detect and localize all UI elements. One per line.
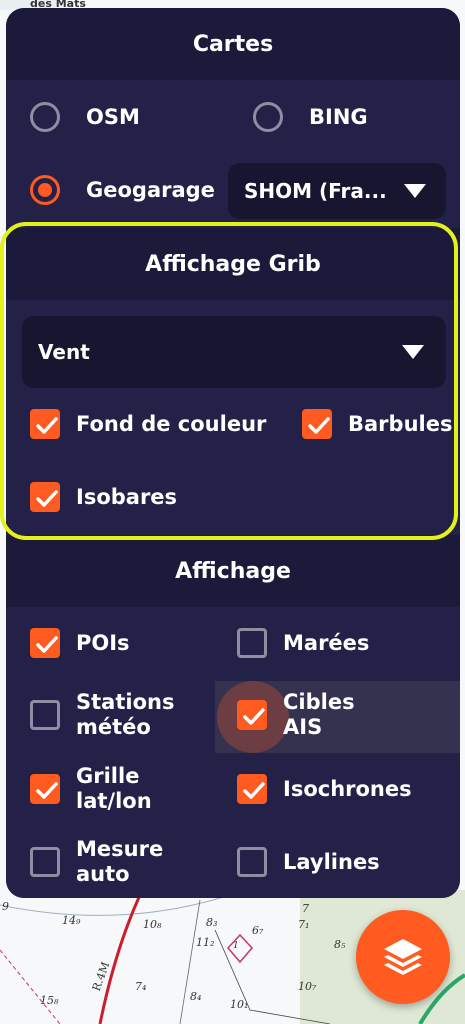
checkbox-stations-meteo-box[interactable]	[30, 700, 60, 730]
radio-bing-label: BING	[309, 104, 368, 129]
checkbox-grille-latlon-box[interactable]	[30, 774, 60, 804]
checkbox-laylines[interactable]: Laylines	[237, 847, 380, 877]
checkbox-cibles-ais-box[interactable]	[237, 700, 267, 730]
check-icon	[36, 417, 58, 434]
checkbox-barbules-box[interactable]	[302, 409, 332, 439]
map-sounding: 14₉	[62, 914, 81, 927]
checkbox-isobares-box[interactable]	[30, 482, 60, 512]
radio-geogarage-label: Geogarage	[86, 177, 215, 202]
grib-section-title: Affichage Grib	[6, 228, 460, 300]
checkbox-cibles-ais[interactable]: Cibles AIS	[237, 690, 355, 740]
radio-osm[interactable]: OSM	[30, 102, 140, 132]
map-sounding: 8₅	[334, 938, 346, 951]
map-sounding: 7₄	[135, 980, 147, 993]
grib-layer-select[interactable]: Vent	[22, 316, 446, 388]
checkbox-fond-de-couleur-label: Fond de couleur	[76, 411, 267, 436]
checkbox-pois-label: POIs	[76, 630, 130, 655]
checkbox-isochrones[interactable]: Isochrones	[237, 774, 412, 804]
checkbox-mesure-auto[interactable]: Mesure auto	[30, 837, 163, 887]
checkbox-laylines-box[interactable]	[237, 847, 267, 877]
checkbox-isochrones-box[interactable]	[237, 774, 267, 804]
map-sounding: 7	[302, 902, 309, 915]
checkbox-stations-meteo-label: Stations météo	[76, 690, 175, 739]
radio-geogarage-indicator[interactable]	[30, 175, 60, 205]
checkbox-cibles-ais-label: Cibles AIS	[283, 690, 355, 739]
map-sounding: 10₁	[230, 998, 249, 1011]
map-sounding: 15₈	[40, 994, 59, 1007]
chevron-down-icon	[404, 184, 426, 198]
check-icon	[36, 782, 58, 799]
check-icon	[36, 490, 58, 507]
chevron-down-icon	[402, 345, 424, 359]
check-icon	[308, 417, 330, 434]
checkbox-mesure-auto-label: Mesure auto	[76, 837, 164, 886]
checkbox-grille-latlon[interactable]: Grille lat/lon	[30, 764, 152, 814]
checkbox-grille-latlon-label: Grille lat/lon	[76, 764, 152, 813]
radio-osm-label: OSM	[86, 104, 140, 129]
checkbox-marees-label: Marées	[283, 630, 370, 655]
checkbox-fond-de-couleur-box[interactable]	[30, 409, 60, 439]
map-sounding: 8₃	[206, 916, 218, 929]
cartes-section-title: Cartes	[6, 8, 460, 80]
checkbox-isochrones-label: Isochrones	[283, 776, 412, 801]
checkbox-pois[interactable]: POIs	[30, 628, 130, 658]
radio-bing[interactable]: BING	[253, 102, 368, 132]
cartes-section: OSM BING Geogarage SHOM (Fra...	[6, 80, 460, 232]
grib-layer-value: Vent	[38, 340, 90, 364]
radio-osm-indicator[interactable]	[30, 102, 60, 132]
checkbox-mesure-auto-box[interactable]	[30, 847, 60, 877]
checkbox-marees-box[interactable]	[237, 628, 267, 658]
chart-provider-select[interactable]: SHOM (Fra...	[228, 163, 446, 219]
map-sounding: 9	[2, 900, 9, 913]
map-sounding: 6₇	[252, 924, 264, 937]
affichage-section-title: Affichage	[6, 535, 460, 607]
map-sounding: 10₇	[298, 980, 317, 993]
checkbox-isobares[interactable]: Isobares	[30, 482, 177, 512]
map-sounding: 10₈	[143, 918, 162, 931]
check-icon	[243, 782, 265, 799]
chart-provider-value: SHOM (Fra...	[244, 179, 387, 203]
checkbox-isobares-label: Isobares	[76, 484, 178, 509]
check-icon	[36, 636, 58, 653]
check-icon	[243, 708, 265, 725]
checkbox-stations-meteo[interactable]: Stations météo	[30, 690, 174, 740]
map-sounding: 11₂	[196, 936, 215, 949]
checkbox-fond-de-couleur[interactable]: Fond de couleur	[30, 409, 266, 439]
map-sounding: 7₁	[298, 918, 310, 931]
grib-section: Vent Fond de couleur Barbules Isobares	[6, 300, 460, 540]
checkbox-marees[interactable]: Marées	[237, 628, 369, 658]
checkbox-pois-box[interactable]	[30, 628, 60, 658]
layers-icon	[384, 939, 422, 975]
checkbox-barbules-label: Barbules	[348, 411, 453, 436]
map-sounding: 1	[233, 941, 239, 951]
map-settings-panel: Cartes OSM BING Geogarage SHOM (Fra... A…	[6, 8, 460, 898]
radio-bing-indicator[interactable]	[253, 102, 283, 132]
checkbox-barbules[interactable]: Barbules	[302, 409, 452, 439]
radio-geogarage[interactable]: Geogarage	[30, 175, 215, 205]
layers-button[interactable]	[356, 910, 450, 1004]
checkbox-laylines-label: Laylines	[283, 849, 380, 874]
map-sounding: 8₄	[190, 990, 202, 1003]
